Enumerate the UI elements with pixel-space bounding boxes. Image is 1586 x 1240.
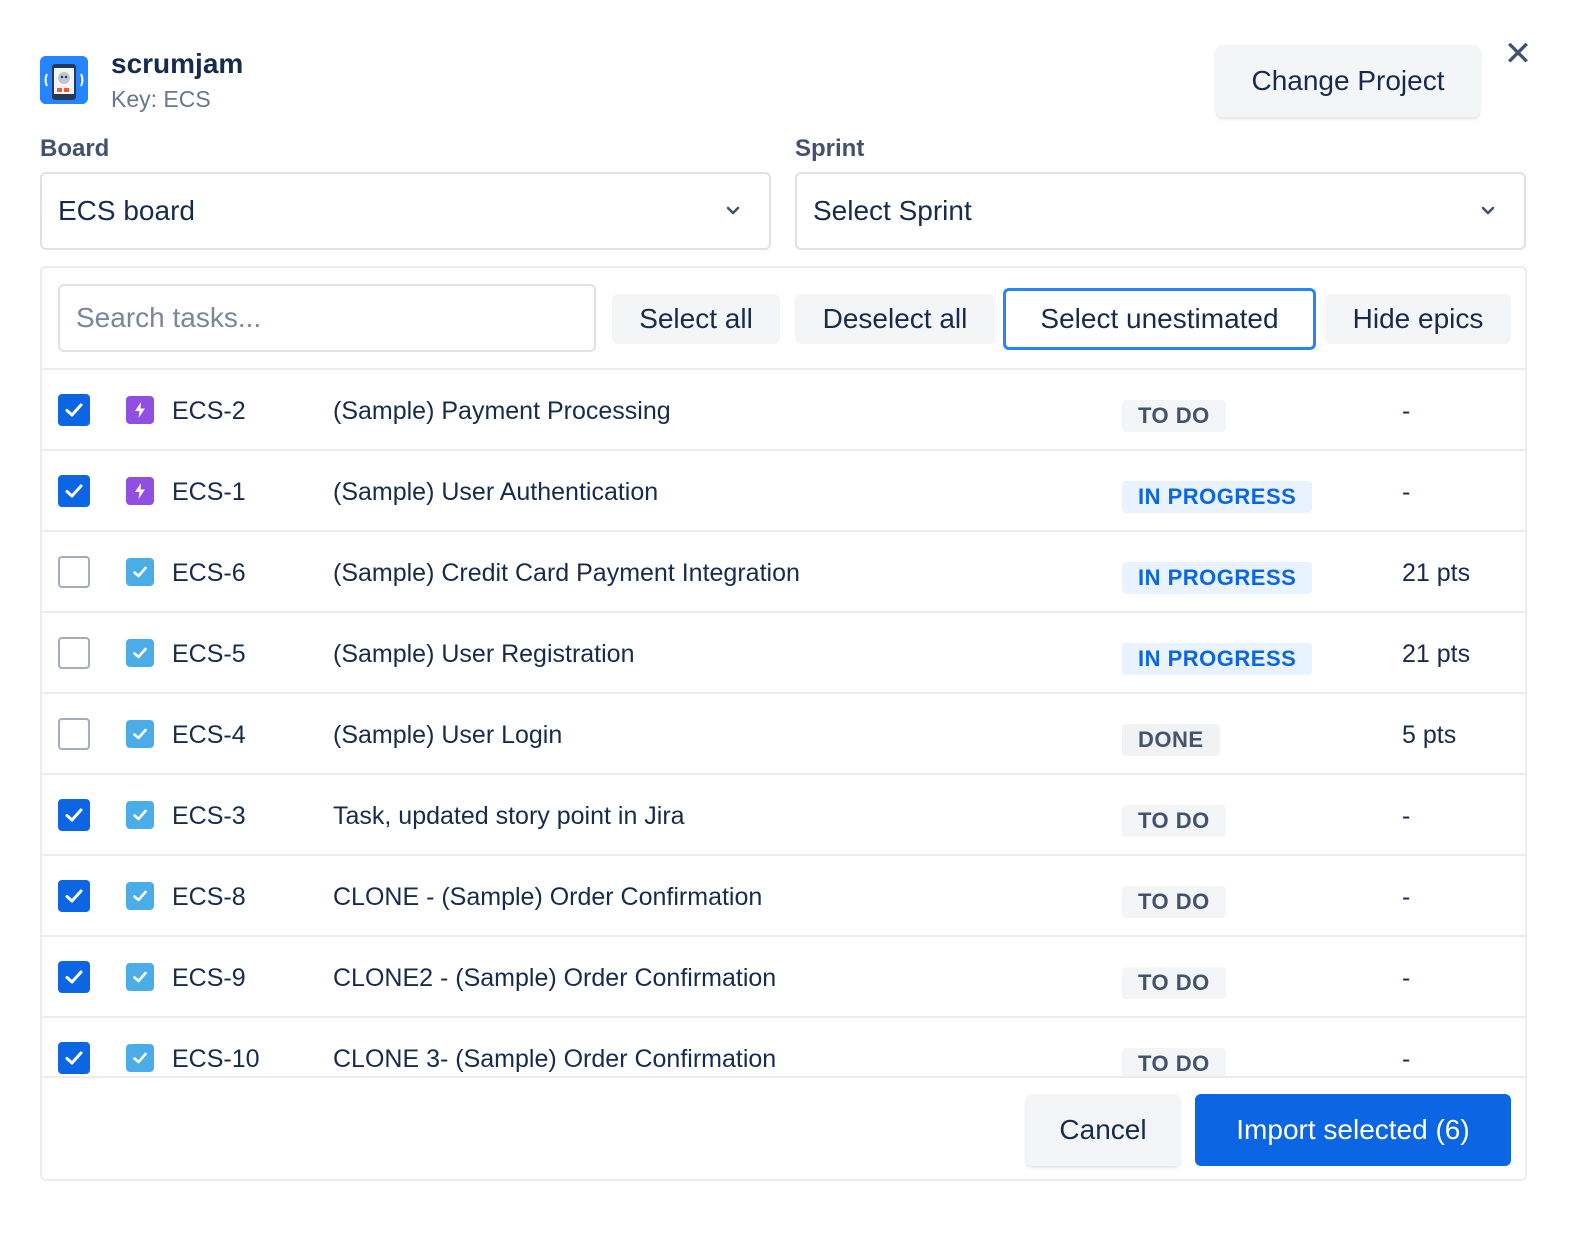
story-points: 5 pts	[1402, 721, 1457, 749]
row-checkbox[interactable]	[58, 637, 90, 669]
status-badge: IN PROGRESS	[1122, 643, 1313, 675]
task-key: ECS-8	[172, 883, 246, 911]
story-points: -	[1402, 397, 1411, 425]
story-points: -	[1402, 478, 1411, 506]
row-checkbox[interactable]	[58, 961, 90, 993]
import-selected-button[interactable]: Import selected (6)	[1195, 1094, 1511, 1166]
task-summary: CLONE - (Sample) Order Confirmation	[333, 883, 763, 911]
row-checkbox[interactable]	[58, 394, 90, 426]
change-project-button[interactable]: Change Project	[1216, 45, 1480, 117]
row-checkbox[interactable]	[58, 880, 90, 912]
project-avatar-icon	[40, 56, 88, 104]
status-badge: IN PROGRESS	[1122, 481, 1313, 513]
status-badge: TO DO	[1122, 1048, 1226, 1076]
task-key: ECS-2	[172, 397, 246, 425]
task-check-icon	[126, 639, 154, 667]
task-summary: Task, updated story point in Jira	[333, 802, 685, 830]
project-key: Key: ECS	[111, 86, 211, 112]
board-select-value: ECS board	[58, 195, 195, 226]
task-row[interactable]: ECS-8 CLONE - (Sample) Order Confirmation…	[42, 856, 1525, 937]
task-check-icon	[126, 882, 154, 910]
story-points: -	[1402, 1045, 1411, 1073]
task-summary: (Sample) Credit Card Payment Integration	[333, 559, 800, 587]
task-key: ECS-3	[172, 802, 246, 830]
task-check-icon	[126, 1044, 154, 1072]
task-check-icon	[126, 801, 154, 829]
chevron-down-icon	[726, 206, 740, 215]
sprint-label: Sprint	[795, 135, 865, 162]
hide-epics-button[interactable]: Hide epics	[1325, 294, 1511, 344]
task-summary: CLONE2 - (Sample) Order Confirmation	[333, 964, 777, 992]
sprint-select[interactable]: Select Sprint	[795, 172, 1526, 250]
task-row[interactable]: ECS-6 (Sample) Credit Card Payment Integr…	[42, 532, 1525, 613]
epic-lightning-icon	[126, 477, 154, 505]
task-key: ECS-10	[172, 1045, 260, 1073]
task-toolbar: Select all Deselect all Select unestimat…	[42, 268, 1525, 370]
row-checkbox[interactable]	[58, 475, 90, 507]
board-label: Board	[40, 135, 110, 162]
task-row[interactable]: ECS-4 (Sample) User Login DONE 5 pts	[42, 694, 1525, 775]
project-name: scrumjam	[111, 48, 244, 79]
row-checkbox[interactable]	[58, 718, 90, 750]
story-points: -	[1402, 964, 1411, 992]
task-check-icon	[126, 720, 154, 748]
story-points: 21 pts	[1402, 640, 1471, 668]
task-row[interactable]: ECS-9 CLONE2 - (Sample) Order Confirmatio…	[42, 937, 1525, 1018]
task-check-icon	[126, 963, 154, 991]
board-select[interactable]: ECS board	[40, 172, 771, 250]
task-key: ECS-5	[172, 640, 246, 668]
task-panel: Select all Deselect all Select unestimat…	[40, 266, 1527, 1181]
deselect-all-button[interactable]: Deselect all	[795, 294, 995, 344]
task-row[interactable]: ECS-5 (Sample) User Registration IN PROGRE…	[42, 613, 1525, 694]
select-all-button[interactable]: Select all	[612, 294, 780, 344]
story-points: -	[1402, 883, 1411, 911]
epic-lightning-icon	[126, 396, 154, 424]
status-badge: TO DO	[1122, 967, 1226, 999]
task-summary: (Sample) User Authentication	[333, 478, 659, 506]
status-badge: DONE	[1122, 724, 1220, 756]
task-summary: (Sample) User Registration	[333, 640, 635, 668]
task-key: ECS-9	[172, 964, 246, 992]
task-row[interactable]: ECS-3 Task, updated story point in Jira TO…	[42, 775, 1525, 856]
task-key: ECS-1	[172, 478, 246, 506]
chevron-down-icon	[1481, 206, 1495, 215]
status-badge: TO DO	[1122, 805, 1226, 837]
footer: Cancel Import selected (6)	[42, 1076, 1525, 1179]
task-summary: (Sample) Payment Processing	[333, 397, 671, 425]
row-checkbox[interactable]	[58, 1042, 90, 1074]
task-check-icon	[126, 558, 154, 586]
task-key: ECS-4	[172, 721, 246, 749]
status-badge: TO DO	[1122, 400, 1226, 432]
task-list: ECS-2 (Sample) Payment Processing TO DO - EC…	[42, 370, 1525, 1076]
story-points: -	[1402, 802, 1411, 830]
search-input[interactable]	[58, 284, 596, 352]
task-row[interactable]: ECS-2 (Sample) Payment Processing TO DO -	[42, 370, 1525, 451]
status-badge: IN PROGRESS	[1122, 562, 1313, 594]
task-row[interactable]: ECS-1 (Sample) User Authentication IN PROG…	[42, 451, 1525, 532]
sprint-select-value: Select Sprint	[813, 195, 972, 226]
close-icon[interactable]: ✕	[1500, 36, 1536, 72]
status-badge: TO DO	[1122, 886, 1226, 918]
row-checkbox[interactable]	[58, 556, 90, 588]
task-row[interactable]: ECS-10 CLONE 3- (Sample) Order Confirmati…	[42, 1018, 1525, 1076]
row-checkbox[interactable]	[58, 799, 90, 831]
story-points: 21 pts	[1402, 559, 1471, 587]
task-summary: (Sample) User Login	[333, 721, 563, 749]
task-summary: CLONE 3- (Sample) Order Confirmation	[333, 1045, 777, 1073]
cancel-button[interactable]: Cancel	[1026, 1094, 1180, 1166]
task-key: ECS-6	[172, 559, 246, 587]
select-unestimated-button[interactable]: Select unestimated	[1003, 288, 1316, 350]
